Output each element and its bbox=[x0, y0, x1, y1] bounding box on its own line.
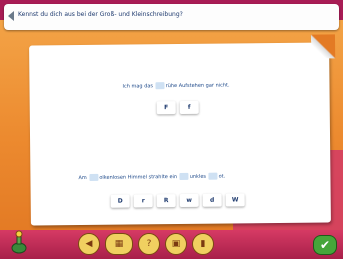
letter-tile[interactable]: R bbox=[156, 194, 176, 208]
exercise-card: Ich mag das rühe Aufstehen gar nicht. F … bbox=[29, 34, 336, 226]
letter-tile[interactable]: F bbox=[156, 101, 176, 115]
answer-gap-2[interactable] bbox=[89, 173, 99, 181]
sentence-2-part-3: unkles bbox=[189, 173, 207, 180]
app-stage: Kennst du dich aus bei der Groß- und Kle… bbox=[0, 0, 343, 259]
question-text: Kennst du dich aus bei der Groß- und Kle… bbox=[18, 11, 183, 18]
score-icon[interactable]: ▦ bbox=[105, 233, 133, 255]
bottom-toolbar: ◀ ▦ ? ▣ ▮ bbox=[78, 233, 214, 255]
lamp-icon[interactable] bbox=[10, 230, 28, 254]
sentence-2-part-1: Am bbox=[78, 174, 87, 182]
letter-tile[interactable]: W bbox=[225, 193, 245, 207]
letter-options-2: D r R w d W bbox=[110, 193, 245, 208]
sentence-1: Ich mag das rühe Aufstehen gar nicht. bbox=[122, 81, 230, 90]
help-icon[interactable]: ? bbox=[138, 233, 160, 255]
progress-icon[interactable]: ▮ bbox=[192, 233, 214, 255]
answer-gap-1[interactable] bbox=[155, 82, 165, 90]
sentence-2-part-4: ot. bbox=[218, 173, 226, 180]
letter-tile[interactable]: f bbox=[179, 100, 199, 115]
sentence-1-before: Ich mag das bbox=[122, 83, 154, 90]
letter-tile[interactable]: r bbox=[133, 194, 153, 208]
sentence-2: Am olkenlosen Himmel strahlte ein unkles… bbox=[78, 172, 226, 182]
answer-gap-4[interactable] bbox=[208, 172, 218, 180]
chest-icon[interactable]: ▣ bbox=[165, 233, 187, 255]
sentence-1-after: rühe Aufstehen gar nicht. bbox=[165, 82, 230, 90]
sentence-2-part-2: olkenlosen Himmel strahlte ein bbox=[99, 174, 178, 181]
letter-tile[interactable]: D bbox=[110, 194, 130, 208]
speaker-icon[interactable] bbox=[8, 11, 14, 21]
letter-tile[interactable]: w bbox=[179, 193, 199, 208]
question-bar: Kennst du dich aus bei der Groß- und Kle… bbox=[4, 4, 339, 30]
back-icon[interactable]: ◀ bbox=[78, 233, 100, 255]
letter-options-1: F f bbox=[156, 100, 199, 115]
page-curl bbox=[310, 34, 336, 59]
answer-gap-3[interactable] bbox=[179, 172, 189, 181]
check-button[interactable]: ✔ bbox=[313, 235, 337, 255]
letter-tile[interactable]: d bbox=[202, 193, 222, 207]
